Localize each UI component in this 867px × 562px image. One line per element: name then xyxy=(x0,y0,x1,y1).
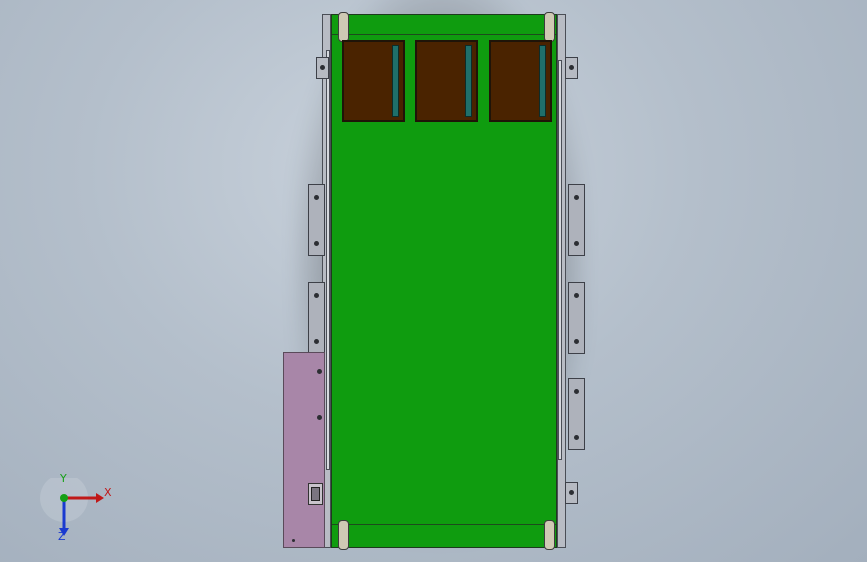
right-leg-bracket-3 xyxy=(568,378,585,450)
bolt xyxy=(292,539,295,542)
bolt xyxy=(569,490,574,495)
carton-label-strip xyxy=(465,45,472,117)
left-leg-bracket-1 xyxy=(308,184,325,256)
bolt xyxy=(574,339,579,344)
x-axis-label: X xyxy=(104,486,112,499)
carton-box-1[interactable] xyxy=(342,40,405,122)
belt-bottom-edge-line xyxy=(332,524,556,525)
top-right-roller xyxy=(544,12,555,42)
bottom-right-roller xyxy=(544,520,555,550)
z-axis-label: Z xyxy=(58,530,66,543)
y-axis-label: Y xyxy=(60,472,67,485)
right-outer-rail xyxy=(558,60,562,460)
bolt xyxy=(569,65,574,70)
bolt xyxy=(317,415,322,420)
bolt xyxy=(314,195,319,200)
carton-box-3[interactable] xyxy=(489,40,552,122)
bolt xyxy=(314,293,319,298)
reference-triad: X Y Z xyxy=(40,472,130,548)
bolt xyxy=(320,65,325,70)
bolt xyxy=(574,241,579,246)
carton-label-strip xyxy=(539,45,546,117)
top-left-roller xyxy=(338,12,349,42)
bottom-left-roller xyxy=(338,520,349,550)
carton-box-2[interactable] xyxy=(415,40,478,122)
belt-top-edge-line xyxy=(332,34,556,35)
left-outer-rail xyxy=(326,50,330,470)
right-top-mount-tab xyxy=(565,57,578,79)
bolt xyxy=(317,369,322,374)
bolt xyxy=(314,241,319,246)
right-leg-bracket-2 xyxy=(568,282,585,354)
bolt xyxy=(574,435,579,440)
bolt xyxy=(314,339,319,344)
bolt xyxy=(574,195,579,200)
bolt xyxy=(574,293,579,298)
carton-label-strip xyxy=(392,45,399,117)
bolt xyxy=(574,389,579,394)
left-top-mount-tab xyxy=(316,57,329,79)
left-leg-bracket-2 xyxy=(308,282,325,354)
right-leg-bracket-1 xyxy=(568,184,585,256)
right-bottom-mount-tab xyxy=(565,482,578,504)
motor-mount-plate[interactable] xyxy=(283,352,325,548)
triad-svg xyxy=(40,474,104,536)
motor-coupling-inner xyxy=(311,487,320,501)
cad-graphics-viewport[interactable]: X Y Z xyxy=(0,0,867,562)
